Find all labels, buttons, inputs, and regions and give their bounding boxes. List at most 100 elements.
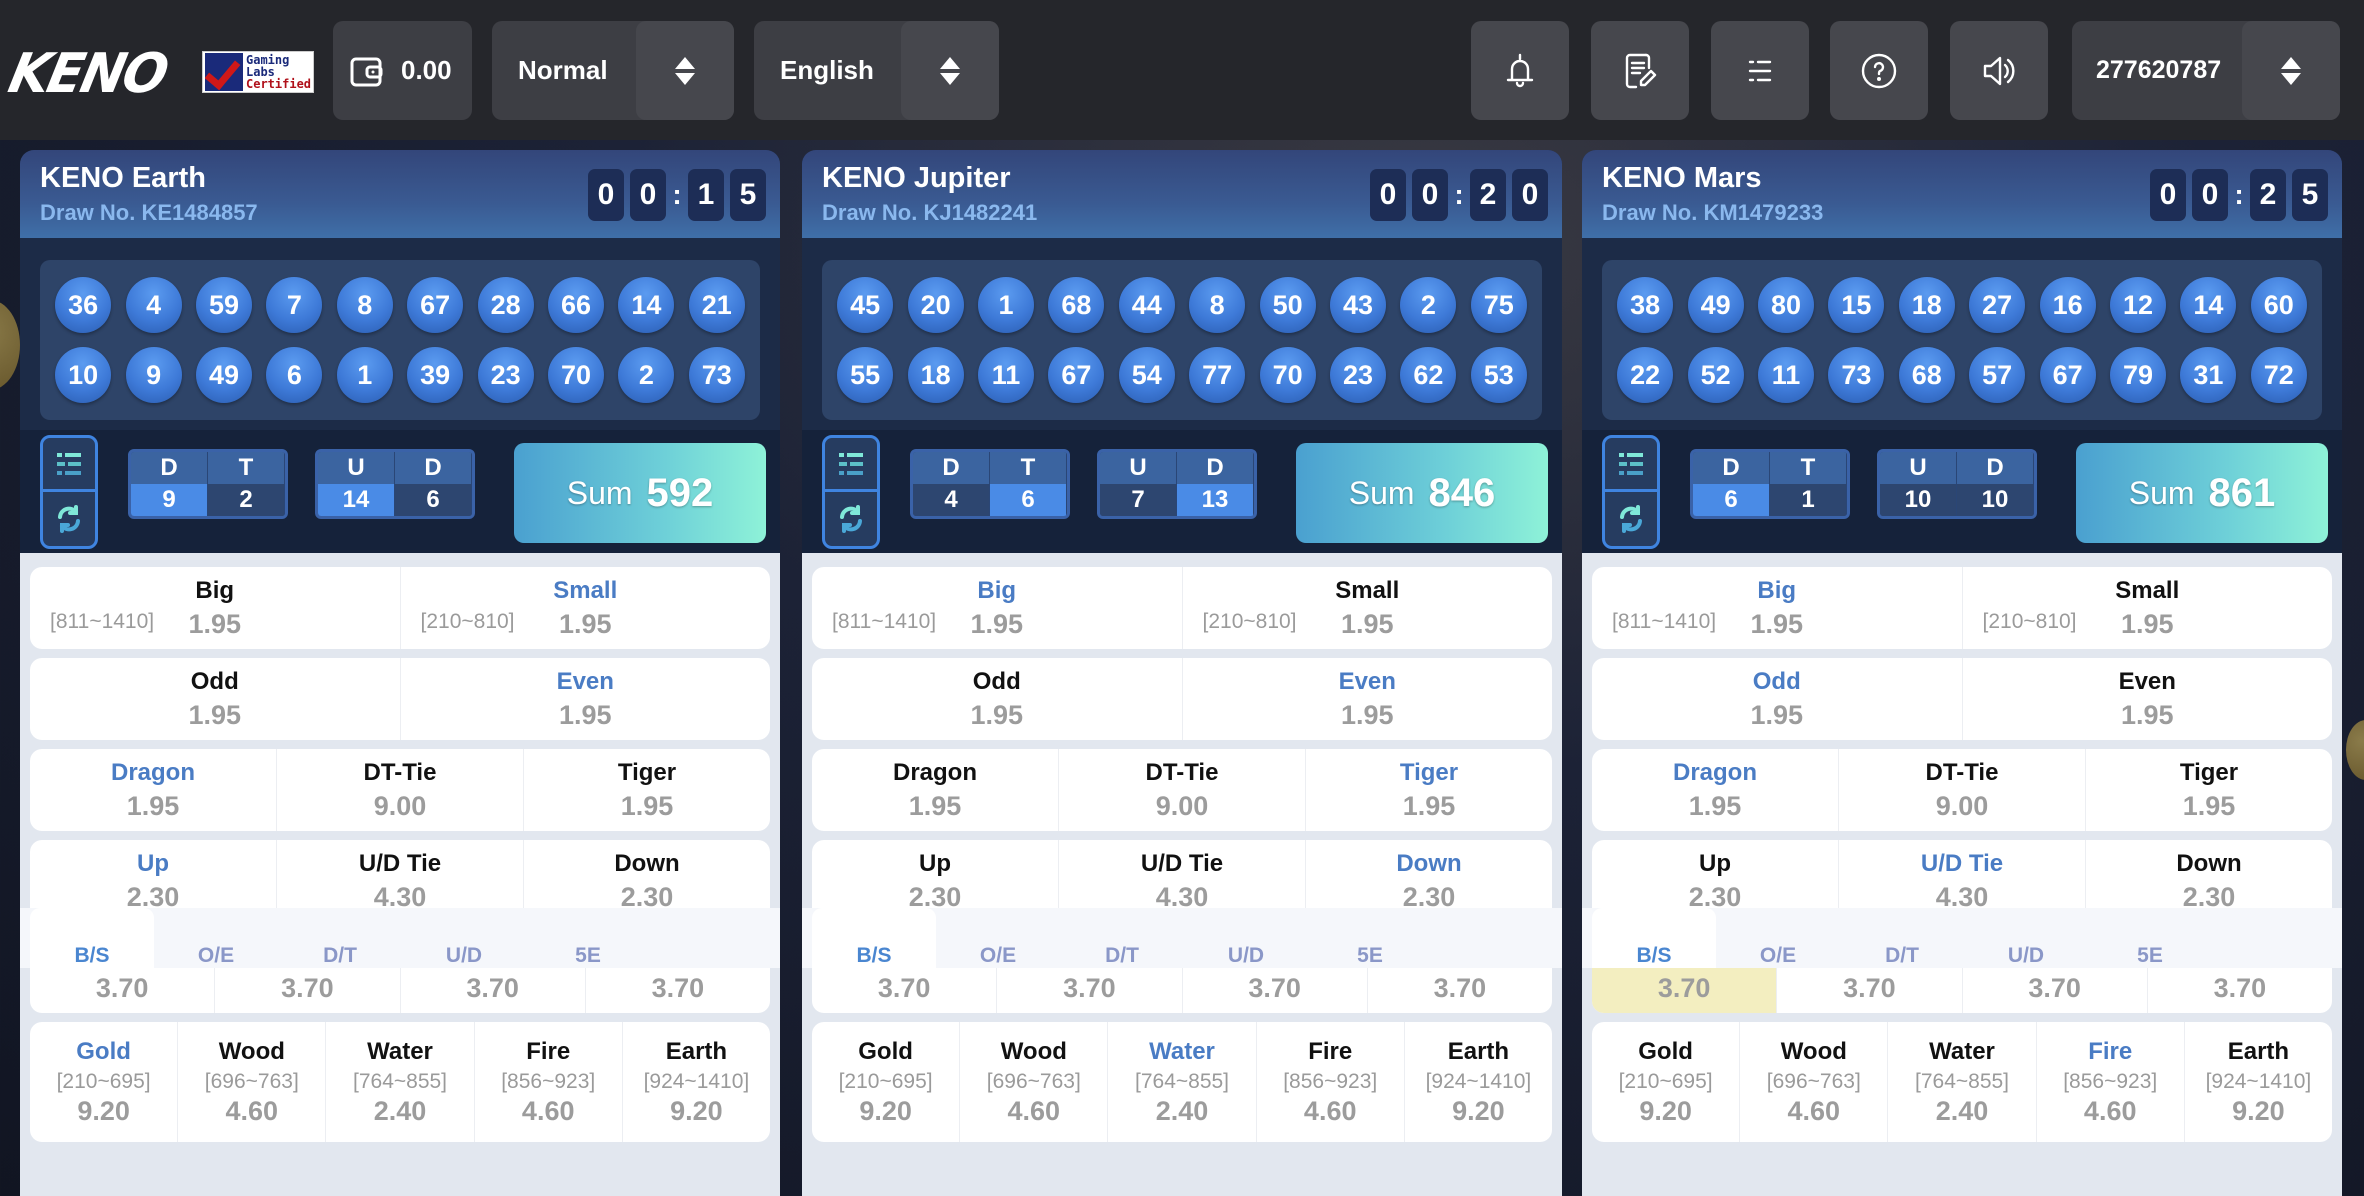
list-button[interactable] [1711, 21, 1809, 120]
notifications-button[interactable] [1471, 21, 1569, 120]
bet-odds: 1.95 [1402, 790, 1456, 821]
tab-o-e[interactable]: O/E [1716, 908, 1840, 968]
tab-o-e[interactable]: O/E [936, 908, 1060, 968]
bet-option-tiger[interactable]: Tiger 1.95 [524, 749, 770, 831]
bet-range: [210~695] [1618, 1069, 1713, 1093]
bet-option-even[interactable]: Even 1.95 [401, 658, 771, 740]
bet-option-big[interactable]: Big [811~1410] 1.95 [30, 567, 401, 649]
bet-name: Wood [1000, 1037, 1067, 1065]
trend-button[interactable] [1605, 438, 1657, 492]
arrow-up-icon [940, 56, 960, 69]
bet-option-small[interactable]: Small [210~810] 1.95 [1963, 567, 2333, 649]
bet-option-tiger[interactable]: Tiger 1.95 [2086, 749, 2332, 831]
tab-5e[interactable]: 5E [526, 908, 650, 968]
number-ball: 8 [1189, 277, 1246, 333]
bet-odds: 1.95 [2120, 608, 2174, 639]
tab-b-s[interactable]: B/S [812, 908, 936, 968]
trend-button[interactable] [825, 438, 877, 492]
bet-option-even[interactable]: Even 1.95 [1963, 658, 2333, 740]
bet-option-water[interactable]: Water [764~855] 2.40 [326, 1022, 475, 1142]
bet-option-water[interactable]: Water [764~855] 2.40 [1108, 1022, 1257, 1142]
bet-option-wood[interactable]: Wood [696~763] 4.60 [178, 1022, 327, 1142]
number-ball: 1 [336, 347, 393, 403]
timer-digit: 0 [630, 169, 666, 221]
dragon-value: 9 [131, 484, 208, 516]
results-area: 45 20 1 68 44 8 50 43 2 75 55 18 11 67 54 77 70 23 62 53 D … [802, 238, 1562, 553]
number-ball: 73 [1828, 347, 1885, 403]
tab-d-t[interactable]: D/T [278, 908, 402, 968]
language-spinner[interactable] [901, 21, 999, 120]
bet-odds: 3.70 [1248, 972, 1301, 1003]
wallet-icon [350, 57, 383, 86]
dragon-value: 6 [1693, 484, 1770, 516]
account-select[interactable]: 277620787 [2072, 21, 2340, 120]
tab-5e[interactable]: 5E [2088, 908, 2212, 968]
up-value: 10 [1880, 484, 1957, 516]
bet-option-big[interactable]: Big [811~1410] 1.95 [1592, 567, 1963, 649]
tab-u-d[interactable]: U/D [1964, 908, 2088, 968]
bet-record-icon [1625, 53, 1657, 88]
tab-d-t[interactable]: D/T [1840, 908, 1964, 968]
bet-option-gold[interactable]: Gold [210~695] 9.20 [812, 1022, 961, 1142]
bet-name: Small [553, 576, 618, 604]
number-ball: 57 [1969, 347, 2026, 403]
bet-option-dt-tie[interactable]: DT-Tie 9.00 [277, 749, 524, 831]
bet-option-dragon[interactable]: Dragon 1.95 [812, 749, 1059, 831]
balance-display[interactable]: 0.00 [333, 21, 472, 120]
bet-option-small[interactable]: Small [210~810] 1.95 [401, 567, 771, 649]
bet-option-dragon[interactable]: Dragon 1.95 [1592, 749, 1839, 831]
tab-b-s[interactable]: B/S [30, 908, 154, 968]
bet-option-gold[interactable]: Gold [210~695] 9.20 [1592, 1022, 1741, 1142]
number-ball: 43 [1329, 277, 1386, 333]
bet-option-water[interactable]: Water [764~855] 2.40 [1888, 1022, 2037, 1142]
tab-u-d[interactable]: U/D [402, 908, 526, 968]
bet-name: Odd [190, 667, 239, 695]
bet-option-fire[interactable]: Fire [856~923] 4.60 [2037, 1022, 2185, 1142]
tab-b-s[interactable]: B/S [1592, 908, 1716, 968]
language-select[interactable]: English [754, 21, 999, 120]
account-spinner[interactable] [2242, 21, 2340, 120]
bet-option-earth[interactable]: Earth [924~1410] 9.20 [2185, 1022, 2332, 1142]
bet-record-button[interactable] [1591, 21, 1689, 120]
bet-option-earth[interactable]: Earth [924~1410] 9.20 [1405, 1022, 1552, 1142]
bet-option-dt-tie[interactable]: DT-Tie 9.00 [1059, 749, 1306, 831]
bet-option-big[interactable]: Big [811~1410] 1.95 [812, 567, 1183, 649]
bet-option-even[interactable]: Even 1.95 [1183, 658, 1553, 740]
number-ball: 1 [977, 277, 1034, 333]
bet-option-gold[interactable]: Gold [210~695] 9.20 [30, 1022, 179, 1142]
number-ball: 66 [547, 277, 604, 333]
bet-odds: 9.20 [1452, 1095, 1505, 1126]
refresh-button[interactable] [825, 492, 877, 546]
tab-o-e[interactable]: O/E [154, 908, 278, 968]
sound-button[interactable] [1950, 21, 2048, 120]
dragon-tiger-result: D T 9 2 [128, 449, 288, 519]
sum-display: Sum 861 [2076, 443, 2328, 543]
game-panel: KENO Mars Draw No. KM1479233 0 0 : 2 5 3… [1582, 150, 2342, 1196]
trend-button[interactable] [43, 438, 95, 492]
bet-option-wood[interactable]: Wood [696~763] 4.60 [960, 1022, 1109, 1142]
bet-option-odd[interactable]: Odd 1.95 [30, 658, 401, 740]
refresh-button[interactable] [1605, 492, 1657, 546]
bet-option-earth[interactable]: Earth [924~1410] 9.20 [623, 1022, 770, 1142]
bet-option-fire[interactable]: Fire [856~923] 4.60 [1257, 1022, 1405, 1142]
bet-option-odd[interactable]: Odd 1.95 [812, 658, 1183, 740]
bet-option-dt-tie[interactable]: DT-Tie 9.00 [1839, 749, 2086, 831]
refresh-button[interactable] [43, 492, 95, 546]
mode-spinner[interactable] [636, 21, 734, 120]
sum-display: Sum 846 [1296, 443, 1548, 543]
bet-option-tiger[interactable]: Tiger 1.95 [1306, 749, 1552, 831]
bet-option-odd[interactable]: Odd 1.95 [1592, 658, 1963, 740]
number-ball: 59 [195, 277, 252, 333]
tab-d-t[interactable]: D/T [1060, 908, 1184, 968]
mode-select[interactable]: Normal [492, 21, 734, 120]
number-ball: 31 [2180, 347, 2237, 403]
tab-u-d[interactable]: U/D [1184, 908, 1308, 968]
bet-option-small[interactable]: Small [210~810] 1.95 [1183, 567, 1553, 649]
bet-option-dragon[interactable]: Dragon 1.95 [30, 749, 277, 831]
bet-odds: 9.20 [77, 1095, 130, 1126]
bet-option-fire[interactable]: Fire [856~923] 4.60 [475, 1022, 623, 1142]
bet-option-wood[interactable]: Wood [696~763] 4.60 [1740, 1022, 1889, 1142]
number-ball: 2 [1400, 277, 1457, 333]
tab-5e[interactable]: 5E [1308, 908, 1432, 968]
help-button[interactable] [1830, 21, 1928, 120]
